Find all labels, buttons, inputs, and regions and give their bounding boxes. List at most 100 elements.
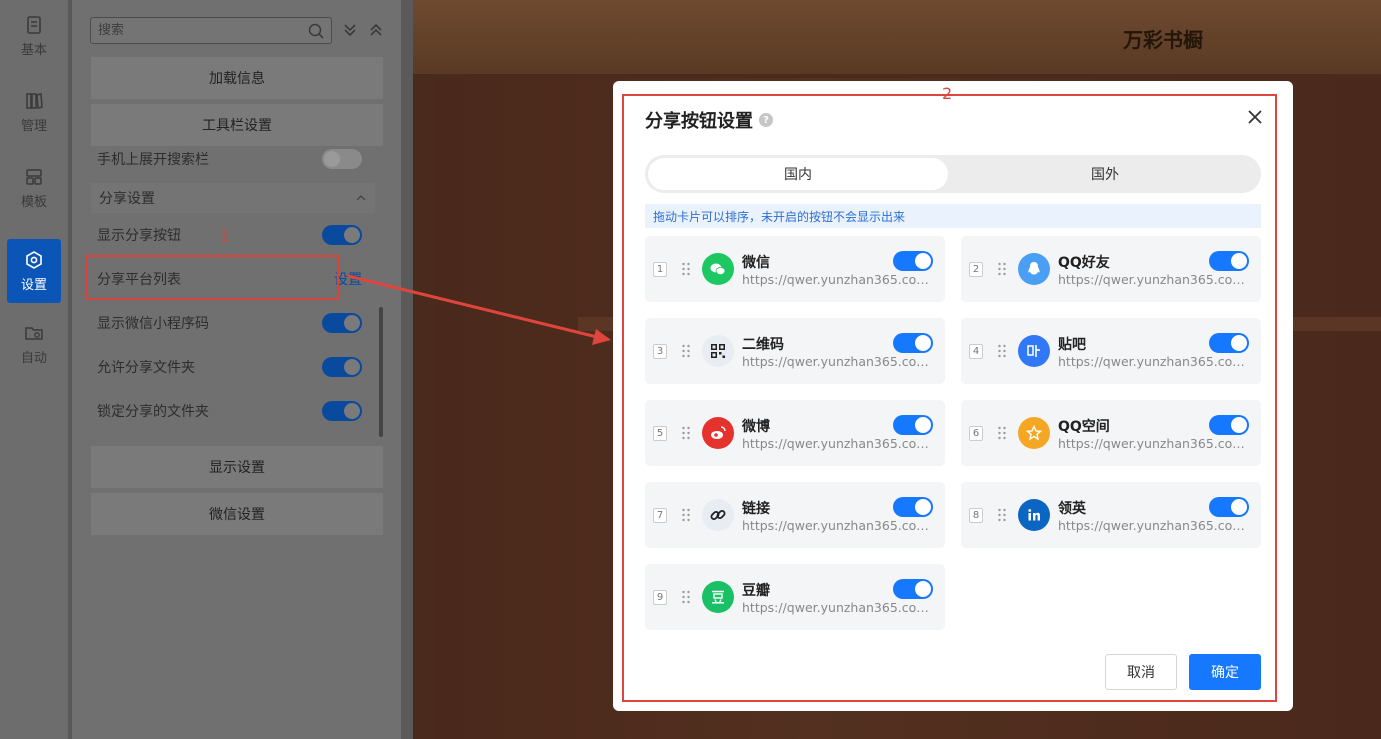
lock-shared-folder-toggle[interactable] xyxy=(322,401,362,421)
card-toggle[interactable] xyxy=(1209,333,1249,353)
drag-handle-icon[interactable] xyxy=(681,508,691,522)
modal-title-text: 分享按钮设置 xyxy=(645,111,753,132)
lock-shared-folder-row: 锁定分享的文件夹 xyxy=(97,399,362,423)
card-url: https://qwer.yunzhan365.com... xyxy=(1058,518,1248,533)
search-icon[interactable] xyxy=(307,22,325,40)
cancel-button[interactable]: 取消 xyxy=(1105,654,1177,690)
share-card-qrcode[interactable]: 3 二维码 https://qwer.yunzhan365.com... xyxy=(645,318,945,384)
rail-label-manage: 管理 xyxy=(20,118,47,134)
card-url: https://qwer.yunzhan365.com... xyxy=(1058,436,1248,451)
card-name: 链接 xyxy=(742,501,770,517)
drag-handle-icon[interactable] xyxy=(997,262,1007,276)
rail-item-auto[interactable]: 自动 xyxy=(7,312,61,376)
show-wechat-code-row: 显示微信小程序码 xyxy=(97,311,362,335)
collapse-all-icon[interactable] xyxy=(368,22,384,38)
template-icon xyxy=(26,168,42,185)
drag-handle-icon[interactable] xyxy=(681,590,691,604)
drag-handle-icon[interactable] xyxy=(681,262,691,276)
expand-all-icon[interactable] xyxy=(342,22,358,38)
modal-title: 分享按钮设置 ? xyxy=(645,107,773,133)
qzone-star-icon xyxy=(1018,417,1050,449)
show-wechat-code-label: 显示微信小程序码 xyxy=(97,316,209,332)
wechat-settings-section[interactable]: 微信设置 xyxy=(91,493,383,535)
rail-item-basic[interactable]: 基本 xyxy=(7,4,61,68)
card-toggle[interactable] xyxy=(893,579,933,599)
mobile-search-row: 手机上展开搜索栏 xyxy=(97,147,362,171)
rail-label-settings: 设置 xyxy=(20,277,47,293)
card-name: 豆瓣 xyxy=(742,583,770,599)
drag-handle-icon[interactable] xyxy=(997,344,1007,358)
icon-rail: 基本 管理 模板 设置 自动 xyxy=(0,0,68,739)
allow-share-folder-label: 允许分享文件夹 xyxy=(97,360,195,376)
card-toggle[interactable] xyxy=(893,415,933,435)
show-share-button-label: 显示分享按钮 xyxy=(97,228,181,244)
rail-label-template: 模板 xyxy=(20,194,47,210)
drag-handle-icon[interactable] xyxy=(997,508,1007,522)
card-number: 7 xyxy=(653,508,667,523)
books-icon xyxy=(26,92,43,109)
close-icon[interactable] xyxy=(1247,109,1263,125)
settings-panel: 加载信息 工具栏设置 手机上展开搜索栏 分享设置 显示分享按钮 1 分享平台列表… xyxy=(72,0,401,739)
confirm-button[interactable]: 确定 xyxy=(1189,654,1261,690)
share-settings-group[interactable]: 分享设置 xyxy=(91,183,375,213)
drag-hint: 拖动卡片可以排序，未开启的按钮不会显示出来 xyxy=(645,204,1261,228)
panel-scrollbar[interactable] xyxy=(379,307,383,437)
weibo-icon xyxy=(702,417,734,449)
help-icon[interactable]: ? xyxy=(759,113,773,127)
linkedin-icon xyxy=(1018,499,1050,531)
allow-share-folder-toggle[interactable] xyxy=(322,357,362,377)
share-settings-label: 分享设置 xyxy=(99,191,155,207)
share-card-link[interactable]: 7 链接 https://qwer.yunzhan365.com... xyxy=(645,482,945,548)
card-name: 微博 xyxy=(742,419,770,435)
card-toggle[interactable] xyxy=(1209,251,1249,271)
search-input[interactable] xyxy=(91,18,291,43)
share-card-douban[interactable]: 9 豆瓣 https://qwer.yunzhan365.com... xyxy=(645,564,945,630)
mobile-search-label: 手机上展开搜索栏 xyxy=(97,152,209,168)
display-settings-section[interactable]: 显示设置 xyxy=(91,446,383,488)
folder-sync-icon xyxy=(25,326,43,340)
share-card-weibo[interactable]: 5 微博 https://qwer.yunzhan365.com... xyxy=(645,400,945,466)
rail-label-basic: 基本 xyxy=(20,42,47,58)
shelf-title: 万彩书橱 xyxy=(1123,28,1203,52)
drag-handle-icon[interactable] xyxy=(681,426,691,440)
card-toggle[interactable] xyxy=(893,497,933,517)
show-share-button-toggle[interactable] xyxy=(322,225,362,245)
tab-domestic[interactable]: 国内 xyxy=(648,158,948,190)
card-name: QQ空间 xyxy=(1058,419,1110,435)
rail-label-auto: 自动 xyxy=(20,350,47,366)
card-url: https://qwer.yunzhan365.com... xyxy=(742,518,932,533)
card-number: 1 xyxy=(653,262,667,277)
document-icon xyxy=(27,15,41,34)
card-number: 5 xyxy=(653,426,667,441)
annotation-1: 1 xyxy=(220,226,231,245)
share-card-qzone[interactable]: 6 QQ空间 https://qwer.yunzhan365.com... xyxy=(961,400,1261,466)
settings-icon xyxy=(26,250,42,269)
tieba-icon xyxy=(1018,335,1050,367)
card-url: https://qwer.yunzhan365.com... xyxy=(1058,272,1248,287)
tab-overseas[interactable]: 国外 xyxy=(955,158,1255,190)
show-wechat-code-toggle[interactable] xyxy=(322,313,362,333)
share-card-linkedin[interactable]: 8 领英 https://qwer.yunzhan365.com... xyxy=(961,482,1261,548)
card-toggle[interactable] xyxy=(893,333,933,353)
card-number: 3 xyxy=(653,344,667,359)
card-name: 贴吧 xyxy=(1058,337,1086,353)
card-number: 2 xyxy=(969,262,983,277)
load-info-section[interactable]: 加载信息 xyxy=(91,57,383,99)
rail-item-template[interactable]: 模板 xyxy=(7,156,61,220)
wechat-icon xyxy=(702,253,734,285)
mobile-search-toggle[interactable] xyxy=(322,149,362,169)
card-toggle[interactable] xyxy=(1209,497,1249,517)
card-toggle[interactable] xyxy=(1209,415,1249,435)
rail-item-manage[interactable]: 管理 xyxy=(7,80,61,144)
card-toggle[interactable] xyxy=(893,251,933,271)
share-card-wechat[interactable]: 1 微信 https://qwer.yunzhan365.com... xyxy=(645,236,945,302)
rail-item-settings[interactable]: 设置 xyxy=(7,239,61,303)
drag-handle-icon[interactable] xyxy=(997,426,1007,440)
share-card-tieba[interactable]: 4 贴吧 https://qwer.yunzhan365.com... xyxy=(961,318,1261,384)
search-box xyxy=(90,17,332,44)
toolbar-settings-section[interactable]: 工具栏设置 xyxy=(91,104,383,146)
highlight-box-1 xyxy=(85,255,339,300)
drag-handle-icon[interactable] xyxy=(681,344,691,358)
share-card-qq[interactable]: 2 QQ好友 https://qwer.yunzhan365.com... xyxy=(961,236,1261,302)
qrcode-icon xyxy=(702,335,734,367)
